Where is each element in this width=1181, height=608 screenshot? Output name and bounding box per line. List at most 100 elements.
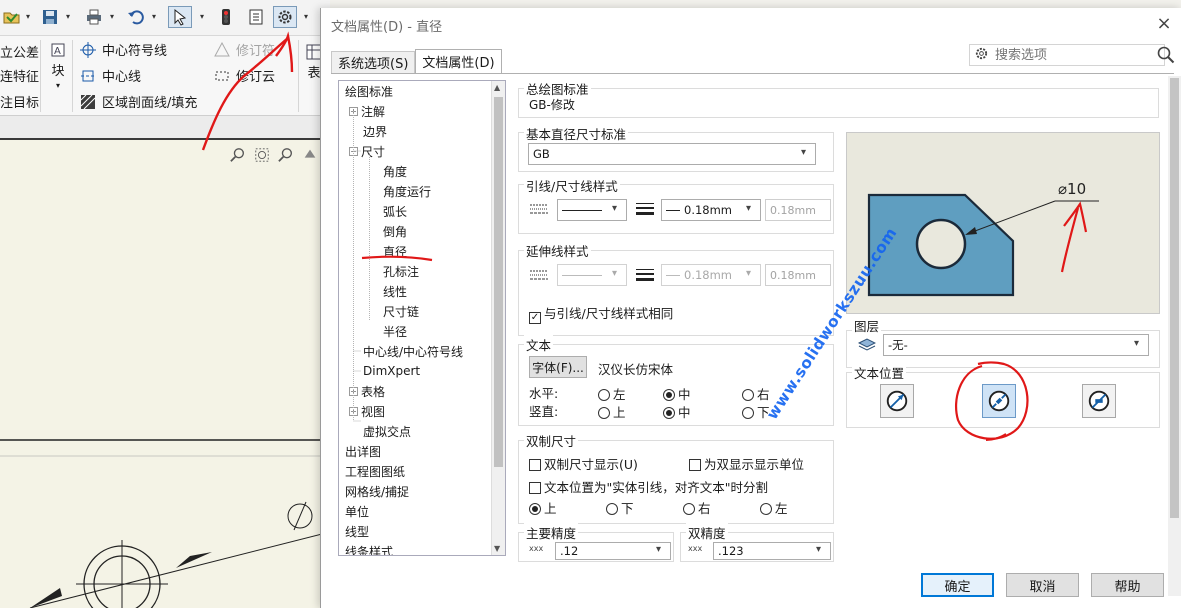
tree-item-linear[interactable]: 线性	[383, 281, 407, 301]
print-icon[interactable]	[82, 6, 106, 28]
text-position-solid-leader-button[interactable]	[880, 384, 914, 418]
scroll-down-icon[interactable]: ▼	[494, 544, 500, 553]
tree-item-grid-snap[interactable]: 网格线/捕捉	[345, 481, 409, 501]
chevron-down-icon[interactable]: ▾	[26, 12, 34, 21]
radio-icon[interactable]	[742, 407, 754, 419]
extension-line-style-select[interactable]: ▾	[557, 264, 627, 286]
base-standard-select[interactable]: GB ▾	[528, 143, 816, 165]
gear-icon[interactable]	[273, 6, 297, 28]
feature-command[interactable]: 连特征	[0, 66, 39, 85]
help-button[interactable]: 帮助	[1091, 573, 1164, 597]
tree-item-drawing-sheets[interactable]: 工程图图纸	[345, 461, 405, 481]
select-cursor-icon[interactable]	[168, 6, 192, 28]
centerline-command[interactable]: 中心线	[80, 66, 141, 85]
search-box[interactable]	[969, 44, 1165, 66]
center-mark-command[interactable]: 中心符号线	[80, 40, 167, 59]
hatch-command[interactable]: 区域剖面线/填充	[80, 92, 197, 111]
dual-precision-select[interactable]: .123 ▾	[713, 542, 831, 560]
tree-scrollbar[interactable]: ▲ ▼	[491, 81, 505, 555]
same-as-leader-checkbox[interactable]: ✓ 与引线/尺寸线样式相同	[529, 303, 673, 324]
radio-icon[interactable]	[663, 407, 675, 419]
tree-item-radius[interactable]: 半径	[383, 321, 407, 341]
dual-pos-up-radio[interactable]: 上	[529, 498, 557, 517]
dual-pos-right-radio[interactable]: 右	[683, 498, 711, 517]
chevron-down-icon[interactable]: ▾	[304, 12, 312, 21]
revision-cloud-command[interactable]: 修订云	[214, 66, 275, 85]
v-center-radio[interactable]: 中	[663, 402, 691, 421]
leader-custom-thickness[interactable]: 0.18mm	[765, 199, 831, 221]
radio-icon[interactable]	[598, 407, 610, 419]
radio-icon[interactable]	[606, 503, 618, 515]
open-folder-icon[interactable]	[0, 6, 24, 28]
search-input[interactable]	[993, 46, 1143, 64]
leader-thickness-select[interactable]: 0.18mm ▾	[661, 199, 761, 221]
h-right-radio[interactable]: 右	[742, 384, 770, 403]
font-button[interactable]: 字体(F)...	[529, 356, 587, 378]
extension-custom-thickness[interactable]: 0.18mm	[765, 264, 831, 286]
dim-solid-aligned-icon	[886, 390, 908, 412]
text-position-broken-horizontal-button[interactable]	[1082, 384, 1116, 418]
block-command[interactable]: A 块 ▾	[50, 42, 66, 90]
primary-precision-select[interactable]: .12 ▾	[555, 542, 671, 560]
dual-display-checkbox[interactable]: 双制尺寸显示(U)	[529, 454, 638, 473]
h-center-radio[interactable]: 中	[663, 384, 691, 403]
tab-document-properties[interactable]: 文档属性(D)	[415, 49, 502, 73]
save-icon[interactable]	[38, 6, 62, 28]
extension-thickness-select[interactable]: 0.18mm ▾	[661, 264, 761, 286]
ok-button[interactable]: 确定	[921, 573, 994, 597]
leader-line-style-select[interactable]: ▾	[557, 199, 627, 221]
checkbox-icon[interactable]	[689, 459, 701, 471]
content-scrollbar[interactable]	[1168, 76, 1181, 596]
radio-icon[interactable]	[663, 389, 675, 401]
cancel-button[interactable]: 取消	[1006, 573, 1079, 597]
warning-triangle-icon	[214, 41, 230, 58]
tree-item-line-font[interactable]: 线型	[345, 521, 369, 541]
dual-split-checkbox[interactable]: 文本位置为"实体引线，对齐文本"时分割	[529, 477, 768, 496]
dual-pos-left-radio[interactable]: 左	[760, 498, 788, 517]
tree-item-hole-callout[interactable]: 孔标注	[383, 261, 419, 281]
tree-item-arc-length[interactable]: 弧长	[383, 201, 407, 221]
centerline-icon	[80, 68, 96, 84]
radio-icon[interactable]	[760, 503, 772, 515]
checkbox-icon[interactable]	[529, 459, 541, 471]
tree-item-diameter[interactable]: 直径	[383, 241, 407, 261]
close-icon[interactable]: ×	[1155, 13, 1173, 34]
dual-units-checkbox[interactable]: 为双显示显示单位	[689, 454, 804, 473]
chevron-down-icon[interactable]: ▾	[200, 12, 208, 21]
tolerance-command[interactable]: 立公差	[0, 42, 39, 61]
separator	[298, 40, 299, 112]
revision-symbol-command[interactable]: 修订符	[214, 40, 275, 59]
file-properties-icon[interactable]	[244, 6, 268, 28]
tree-item-angle[interactable]: 角度	[383, 161, 407, 181]
content-scroll-thumb[interactable]	[1170, 78, 1179, 518]
tree-item-units[interactable]: 单位	[345, 501, 369, 521]
radio-icon[interactable]	[598, 389, 610, 401]
check-icon[interactable]: ✓	[529, 311, 541, 324]
tree-item-line-style[interactable]: 线条样式	[345, 541, 393, 556]
tree-item-ordinate[interactable]: 尺寸链	[383, 301, 419, 321]
text-position-broken-leader-button[interactable]	[982, 384, 1016, 418]
radio-icon[interactable]	[742, 389, 754, 401]
undo-icon[interactable]	[124, 6, 148, 28]
tab-system-options[interactable]: 系统选项(S)	[331, 51, 416, 73]
search-icon[interactable]	[1155, 44, 1177, 66]
chevron-down-icon[interactable]: ▾	[110, 12, 118, 21]
tree-scroll-thumb[interactable]	[494, 97, 503, 467]
dual-pos-down-radio[interactable]: 下	[606, 498, 634, 517]
radio-icon[interactable]	[529, 503, 541, 515]
v-up-radio[interactable]: 上	[598, 402, 626, 421]
datum-target-command[interactable]: 注目标	[0, 92, 39, 111]
gear-icon	[974, 46, 989, 64]
tree-item-drafting-standard[interactable]: 绘图标准	[345, 81, 393, 101]
h-left-radio[interactable]: 左	[598, 384, 626, 403]
chevron-down-icon[interactable]: ▾	[66, 12, 74, 21]
tree-item-angular-running[interactable]: 角度运行	[383, 181, 431, 201]
chevron-down-icon[interactable]: ▾	[152, 12, 160, 21]
tree-item-chamfer[interactable]: 倒角	[383, 221, 407, 241]
scroll-up-icon[interactable]: ▲	[494, 83, 500, 92]
checkbox-icon[interactable]	[529, 482, 541, 494]
radio-icon[interactable]	[683, 503, 695, 515]
tree-item-detailing[interactable]: 出详图	[345, 441, 381, 461]
layer-select[interactable]: -无- ▾	[883, 334, 1149, 356]
traffic-light-icon[interactable]	[214, 6, 238, 28]
